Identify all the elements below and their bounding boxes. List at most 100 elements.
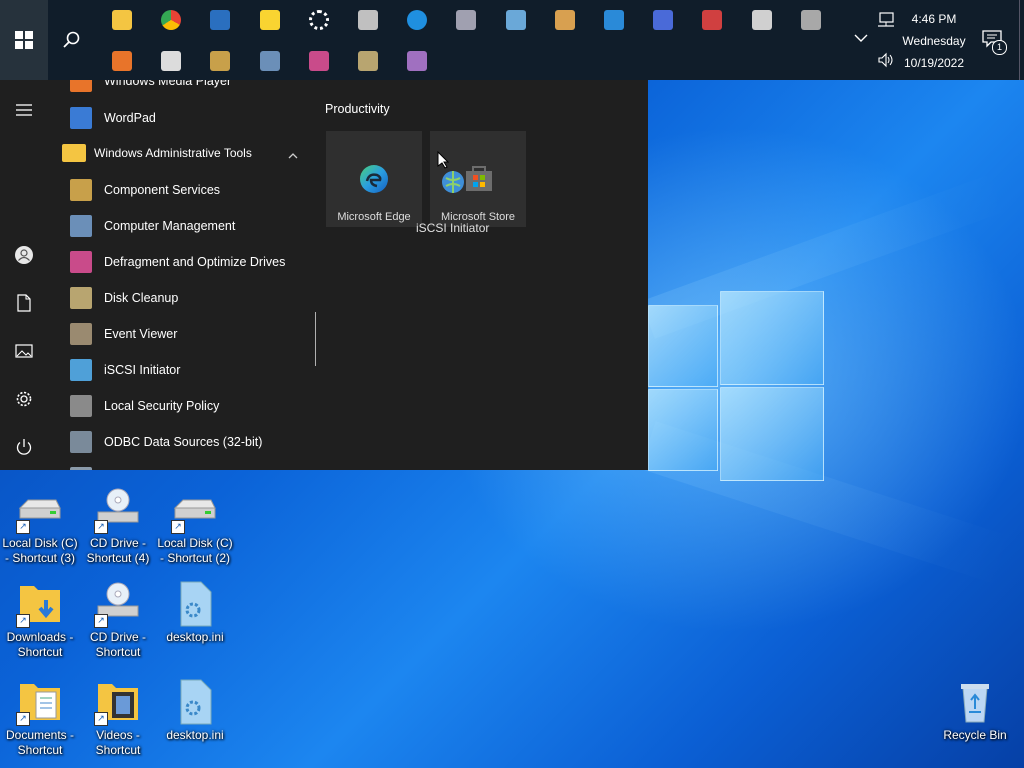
pinned-media-button[interactable] <box>208 8 232 32</box>
desktop-icon-documents-shortcut[interactable]: ↗ Documents - Shortcut <box>2 678 78 758</box>
desktop-icon-desktop-ini[interactable]: desktop.ini <box>157 580 233 645</box>
hard-drive-icon: ↗ <box>171 486 219 534</box>
network-button[interactable] <box>877 12 895 28</box>
volume-button[interactable] <box>877 52 895 68</box>
pinned-connect-button[interactable] <box>700 8 724 32</box>
user-icon <box>15 246 33 264</box>
chevron-down-icon <box>854 34 868 42</box>
file-explorer-icon <box>112 10 132 30</box>
shortcut-arrow-icon: ↗ <box>94 614 108 628</box>
pinned-defragment-button[interactable] <box>307 49 331 73</box>
pinned-system-config-button[interactable] <box>651 8 675 32</box>
user-account-button[interactable] <box>14 245 34 265</box>
disk-cleanup-icon <box>358 51 378 71</box>
settings-file-icon <box>171 678 219 726</box>
pinned-media-player-button[interactable] <box>110 49 134 73</box>
odbc-data-sources-32-bit-icon <box>70 431 92 453</box>
search-button[interactable] <box>48 0 96 80</box>
component-services-icon <box>70 179 92 201</box>
desktop-icon-local-disk-c-shortcut-2[interactable]: ↗ Local Disk (C) - Shortcut (2) <box>157 486 233 566</box>
pinned-settings-gear-button[interactable] <box>307 8 331 32</box>
chrome-icon <box>161 10 182 30</box>
app-item-label: WordPad <box>104 111 156 125</box>
tile-microsoft-edge[interactable]: Microsoft Edge <box>326 131 422 227</box>
show-desktop-button[interactable] <box>1019 0 1024 80</box>
app-item-label: Component Services <box>104 183 221 197</box>
app-item-defragment-and-optimize-drives[interactable]: Defragment and Optimize Drives <box>70 245 310 279</box>
recycle-bin[interactable]: Recycle Bin <box>937 678 1013 743</box>
desktop-icon-downloads-shortcut[interactable]: ↗ Downloads - Shortcut <box>2 580 78 660</box>
app-item-label: Windows Administrative Tools <box>94 146 252 160</box>
pinned-tablet-input-button[interactable] <box>454 8 478 32</box>
shortcut-arrow-icon: ↗ <box>16 614 30 628</box>
app-item-partial[interactable] <box>70 461 310 470</box>
pinned-printer-button[interactable] <box>799 8 823 32</box>
videos-folder-icon: ↗ <box>94 678 142 726</box>
desktop-icon-cd-drive-shortcut[interactable]: ↗ CD Drive - Shortcut <box>80 580 156 660</box>
tile-group-title[interactable]: Productivity <box>325 102 390 116</box>
gear-icon <box>16 391 32 407</box>
app-item-wordpad[interactable]: WordPad <box>70 101 310 135</box>
desktop-icon-label: desktop.ini <box>166 630 224 644</box>
iscsi-initiator-icon <box>70 359 92 381</box>
app-item-label: Windows Media Player <box>104 80 232 88</box>
pinned-remote-desktop-button[interactable] <box>602 8 626 32</box>
desktop-icon-desktop-ini[interactable]: desktop.ini <box>157 678 233 743</box>
computer-management-icon <box>70 215 92 237</box>
pinned-sticky-notes-button[interactable] <box>258 8 282 32</box>
tile-microsoft-store[interactable]: Microsoft Store <box>430 131 526 227</box>
desktop-icon-cd-drive-shortcut-4[interactable]: ↗ CD Drive - Shortcut (4) <box>80 486 156 566</box>
pinned-registry-button[interactable] <box>750 8 774 32</box>
recycle-bin-label: Recycle Bin <box>943 728 1007 742</box>
pinned-iexpress-button[interactable] <box>405 49 429 73</box>
app-item-iscsi-initiator[interactable]: iSCSI Initiator <box>70 353 310 387</box>
desktop-icon-label: desktop.ini <box>166 728 224 742</box>
start-menu: Windows Media Player WordPad Windows Admi… <box>0 80 648 470</box>
pinned-chrome-button[interactable] <box>159 8 183 32</box>
pinned-character-map-button[interactable] <box>356 8 380 32</box>
pinned-computer-management-button[interactable] <box>258 49 282 73</box>
component-services-icon <box>210 51 231 71</box>
sticky-notes-icon <box>259 10 280 30</box>
pinned-generic-app-button[interactable] <box>504 8 528 32</box>
chevron-up-icon <box>288 148 298 162</box>
desktop-icon-label: CD Drive - Shortcut (4) <box>86 536 150 565</box>
settings-button[interactable] <box>14 389 34 409</box>
pinned-file-explorer-button[interactable] <box>110 8 134 32</box>
app-item-local-security-policy[interactable]: Local Security Policy <box>70 389 310 423</box>
show-hidden-icons-button[interactable] <box>854 32 870 48</box>
documents-folder-icon: ↗ <box>16 678 64 726</box>
pinned-internet-explorer-button[interactable] <box>405 8 429 32</box>
iscsi-drag-icon <box>442 171 464 193</box>
pinned-component-services-button[interactable] <box>208 49 232 73</box>
edge-icon <box>360 165 388 193</box>
pinned-disk-cleanup-button[interactable] <box>356 49 380 73</box>
pictures-button[interactable] <box>14 341 34 361</box>
store-icon <box>466 166 492 191</box>
start-button[interactable] <box>0 0 48 80</box>
clock[interactable]: 4:46 PM Wednesday 10/19/2022 <box>896 8 972 74</box>
search-icon <box>63 31 80 48</box>
tile-label: Microsoft Edge <box>337 211 411 223</box>
app-item-disk-cleanup[interactable]: Disk Cleanup <box>70 281 310 315</box>
action-center-button[interactable]: 1 <box>982 30 1007 55</box>
app-item-windows-media-player[interactable]: Windows Media Player <box>70 80 310 98</box>
desktop-icon-videos-shortcut[interactable]: ↗ Videos - Shortcut <box>80 678 156 758</box>
app-item-label: iSCSI Initiator <box>104 363 181 377</box>
local-security-policy-icon <box>70 395 92 417</box>
pinned-paint-button[interactable] <box>553 8 577 32</box>
desktop-icon-local-disk-c-shortcut-3[interactable]: ↗ Local Disk (C) - Shortcut (3) <box>2 486 78 566</box>
expand-menu-button[interactable] <box>14 100 34 120</box>
shortcut-arrow-icon: ↗ <box>171 520 185 534</box>
pinned-notepad-button[interactable] <box>159 49 183 73</box>
app-item-odbc-data-sources-32-bit[interactable]: ODBC Data Sources (32-bit) <box>70 425 310 459</box>
app-item-component-services[interactable]: Component Services <box>70 173 310 207</box>
shortcut-arrow-icon: ↗ <box>94 712 108 726</box>
app-item-computer-management[interactable]: Computer Management <box>70 209 310 243</box>
defragment-and-optimize-drives-icon <box>70 251 92 273</box>
app-item-event-viewer[interactable]: Event Viewer <box>70 317 310 351</box>
documents-button[interactable] <box>14 293 34 313</box>
power-button[interactable] <box>14 437 34 457</box>
folder-windows-administrative-tools[interactable]: Windows Administrative Tools <box>62 136 302 170</box>
document-icon <box>17 294 31 312</box>
